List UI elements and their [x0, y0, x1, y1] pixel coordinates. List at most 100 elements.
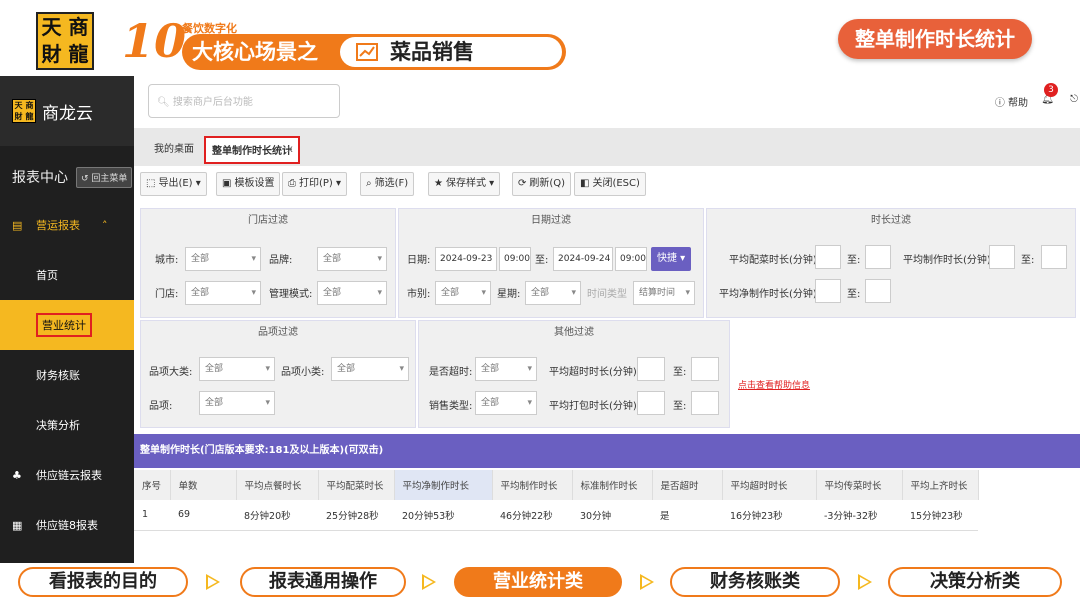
col-avg-complete[interactable]: 平均上齐时长: [902, 470, 979, 500]
quick-date-button[interactable]: 快捷 ▾: [651, 247, 692, 271]
export-button[interactable]: ⬚ 导出(E) ▾: [140, 172, 207, 196]
arrow-icon: [422, 574, 436, 590]
time-type-select[interactable]: 结算时间: [633, 281, 695, 305]
avg-make-max-input[interactable]: [1041, 245, 1067, 269]
store-select[interactable]: 全部: [185, 281, 261, 305]
report-header: 整单制作时长(门店版本要求:181及以上版本)(可双击): [134, 434, 1080, 468]
col-avg-order[interactable]: 平均点餐时长: [236, 470, 319, 500]
export-icon: ⬚: [146, 178, 156, 189]
save-icon: ★: [434, 178, 443, 189]
item-category-select[interactable]: 全部: [199, 357, 275, 381]
step-purpose: 看报表的目的: [18, 567, 188, 597]
print-button[interactable]: ⎙ 打印(P) ▾: [282, 172, 348, 196]
col-overtime[interactable]: 是否超时: [652, 470, 723, 500]
table-row[interactable]: 1 69 8分钟20秒 25分钟28秒 20分钟53秒 46分钟22秒 30分钟…: [134, 500, 978, 531]
time-type-label: 时间类型: [587, 289, 627, 300]
sidebar-item-business-stats[interactable]: 营业统计: [0, 300, 134, 350]
sidebar-logo: 天商財龍: [12, 99, 36, 123]
sidebar-item-finance[interactable]: 财务核账: [0, 350, 134, 400]
cell-avg-make: 46分钟22秒: [492, 500, 572, 531]
avg-net-to-label: 至:: [847, 289, 861, 300]
col-avg-make[interactable]: 平均制作时长: [492, 470, 573, 500]
city-select[interactable]: 全部: [185, 247, 261, 271]
market-select[interactable]: 全部: [435, 281, 491, 305]
col-standard-make[interactable]: 标准制作时长: [572, 470, 653, 500]
date-filter-panel: 日期过滤 日期: 2024-09-23 09:00 至: 2024-09-24 …: [398, 208, 704, 318]
cell-overtime: 是: [652, 500, 722, 531]
start-date-input[interactable]: 2024-09-23: [435, 247, 497, 271]
sales-type-select[interactable]: 全部: [475, 391, 537, 415]
avg-net-label: 平均净制作时长(分钟):: [719, 289, 821, 300]
close-button[interactable]: ◧ 关闭(ESC): [574, 172, 646, 196]
end-time-input[interactable]: 09:00: [615, 247, 647, 271]
main-area: 🔍︎ 搜索商户后台功能 ⓘ 帮助 🔔︎ 3 ⎋ 我的桌面 整单制作时长统计 x …: [134, 76, 1080, 563]
overtime-label: 是否超时:: [429, 367, 473, 378]
avg-make-label: 平均制作时长(分钟):: [903, 255, 995, 266]
avg-dish-label: 平均配菜时长(分钟):: [729, 255, 821, 266]
col-avg-overtime[interactable]: 平均超时时长: [722, 470, 817, 500]
duration-filter-panel: 时长过滤 平均配菜时长(分钟): 至: 平均制作时长(分钟): 至: 平均净制作…: [706, 208, 1076, 318]
tab-order-duration[interactable]: 整单制作时长统计: [204, 136, 300, 164]
col-avg-serve[interactable]: 平均传菜时长: [816, 470, 903, 500]
avg-dish-max-input[interactable]: [865, 245, 891, 269]
avg-pack-min-input[interactable]: [637, 391, 665, 415]
overtime-select[interactable]: 全部: [475, 357, 537, 381]
search-input[interactable]: 🔍︎ 搜索商户后台功能: [148, 84, 340, 118]
arrow-icon: [858, 574, 872, 590]
avg-dish-min-input[interactable]: [815, 245, 841, 269]
refresh-button[interactable]: ⟳ 刷新(Q): [512, 172, 572, 196]
step-decision: 决策分析类: [888, 567, 1062, 597]
hierarchy-icon: ♣: [12, 468, 22, 482]
date-to-label: 至:: [535, 255, 549, 266]
exit-icon[interactable]: ⎋: [1070, 94, 1078, 105]
cell-avg-dish: 25分钟28秒: [318, 500, 394, 531]
avg-net-max-input[interactable]: [865, 279, 891, 303]
avg-overtime-min-input[interactable]: [637, 357, 665, 381]
end-date-input[interactable]: 2024-09-24: [553, 247, 613, 271]
avg-make-to-label: 至:: [1021, 255, 1035, 266]
col-avg-dish[interactable]: 平均配菜时长: [318, 470, 395, 500]
week-select[interactable]: 全部: [525, 281, 581, 305]
sidebar-item-home[interactable]: 首页: [0, 250, 134, 300]
avg-make-min-input[interactable]: [989, 245, 1015, 269]
brand-label: 品牌:: [269, 255, 293, 266]
tab-close-icon[interactable]: x: [287, 144, 293, 155]
sidebar-item-operations[interactable]: ▤ 营运报表 ˄: [0, 200, 134, 250]
banner-pill: 菜品销售: [340, 37, 562, 67]
sidebar-brand-name: 商龙云: [42, 103, 93, 124]
brand-logo: 天 商 財 龍: [36, 12, 94, 70]
sidebar-item-supply8[interactable]: ▦ 供应链8报表: [0, 500, 134, 550]
chevron-up-icon: ˄: [102, 218, 108, 232]
start-time-input[interactable]: 09:00: [499, 247, 531, 271]
col-index[interactable]: 序号: [134, 470, 171, 500]
save-style-button[interactable]: ★ 保存样式 ▾: [428, 172, 501, 196]
mgmt-mode-select[interactable]: 全部: [317, 281, 387, 305]
item-select[interactable]: 全部: [199, 391, 275, 415]
avg-dish-to-label: 至:: [847, 255, 861, 266]
filter-button[interactable]: ⌕ 筛选(F): [360, 172, 415, 196]
tab-my-desktop[interactable]: 我的桌面: [148, 136, 200, 164]
back-to-main-menu-button[interactable]: ↺ 回主菜单: [76, 166, 133, 188]
sidebar-section-title: 报表中心: [12, 170, 68, 186]
item-subcategory-select[interactable]: 全部: [331, 357, 409, 381]
brand-select[interactable]: 全部: [317, 247, 387, 271]
help-info-link[interactable]: 点击查看帮助信息: [738, 378, 810, 391]
sidebar-item-decision[interactable]: 决策分析: [0, 400, 134, 450]
template-settings-button[interactable]: ▣ 模板设置: [216, 172, 281, 196]
date-filter-title: 日期过滤: [531, 215, 571, 226]
top-banner: 天 商 財 龍 10 餐饮数字化 大核心场景之 菜品销售 整单制作时长统计: [0, 0, 1080, 76]
col-avg-net-make[interactable]: 平均净制作时长: [394, 470, 493, 500]
document-icon: ▦: [12, 518, 23, 532]
sidebar-brand: 天商財龍 商龙云: [0, 76, 134, 146]
sidebar-item-supply-cloud[interactable]: ♣ 供应链云报表: [0, 450, 134, 500]
avg-pack-max-input[interactable]: [691, 391, 719, 415]
sales-type-label: 销售类型:: [429, 401, 473, 412]
cell-standard-make: 30分钟: [572, 500, 652, 531]
col-order-count[interactable]: 单数: [170, 470, 237, 500]
help-button[interactable]: ⓘ 帮助: [995, 94, 1028, 109]
cell-avg-order: 8分钟20秒: [236, 500, 318, 531]
duration-filter-title: 时长过滤: [871, 215, 911, 226]
avg-net-min-input[interactable]: [815, 279, 841, 303]
avg-overtime-max-input[interactable]: [691, 357, 719, 381]
arrow-icon: [640, 574, 654, 590]
